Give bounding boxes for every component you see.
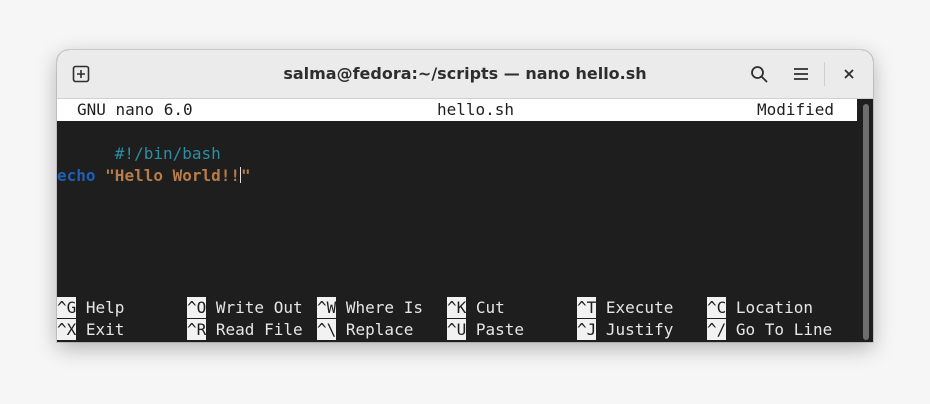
menu-icon xyxy=(794,68,808,80)
search-icon xyxy=(751,66,768,83)
shortcut-write-out[interactable]: ^O Write Out xyxy=(187,297,303,319)
echo-string: "Hello World!! xyxy=(105,166,241,185)
echo-string-end: " xyxy=(241,166,251,185)
search-button[interactable] xyxy=(743,58,775,90)
shortcut-key: ^W xyxy=(317,297,337,318)
titlebar-separator xyxy=(824,62,825,86)
shortcut-key: ^/ xyxy=(707,319,727,340)
shortcut-label: Exit xyxy=(76,320,125,339)
nano-filename: hello.sh xyxy=(437,100,515,119)
shortcut-key: ^O xyxy=(187,297,207,318)
scrollbar-thumb[interactable] xyxy=(863,104,869,340)
shortcut-replace[interactable]: ^\ Replace xyxy=(317,319,413,341)
shortcut-key: ^X xyxy=(57,319,77,340)
nano-version: GNU nano 6.0 xyxy=(77,100,193,119)
shortcut-read-file[interactable]: ^R Read File xyxy=(187,319,303,341)
shortcut-where-is[interactable]: ^W Where Is xyxy=(317,297,423,319)
shortcut-label: Write Out xyxy=(206,298,303,317)
shortcut-key: ^C xyxy=(707,297,727,318)
shortcut-go-to-line[interactable]: ^/ Go To Line xyxy=(707,319,832,341)
shebang-text: #!/bin/bash xyxy=(114,144,221,163)
shortcut-label: Replace xyxy=(336,320,414,339)
shortcut-label: Help xyxy=(76,298,125,317)
shortcut-key: ^R xyxy=(187,319,207,340)
shortcut-label: Cut xyxy=(466,298,505,317)
terminal-area[interactable]: GNU nano 6.0 hello.sh Modified #!/bin/ba… xyxy=(57,99,857,342)
editor-line[interactable]: echo "Hello World!!" xyxy=(57,165,251,187)
close-button[interactable] xyxy=(833,58,865,90)
shortcut-exit[interactable]: ^X Exit xyxy=(57,319,124,341)
title-bar: salma@fedora:~/scripts — nano hello.sh xyxy=(57,50,873,99)
shortcut-label: Go To Line xyxy=(726,320,833,339)
close-icon xyxy=(844,69,854,79)
menu-button[interactable] xyxy=(785,58,817,90)
shortcut-label: Execute xyxy=(596,298,674,317)
shortcut-cut[interactable]: ^K Cut xyxy=(447,297,505,319)
terminal-window: salma@fedora:~/scripts — nano hello.sh G… xyxy=(57,50,873,342)
shortcut-label: Paste xyxy=(466,320,525,339)
shortcut-label: Read File xyxy=(206,320,303,339)
shortcut-key: ^T xyxy=(577,297,597,318)
shortcut-label: Location xyxy=(726,298,813,317)
shortcut-justify[interactable]: ^J Justify xyxy=(577,319,673,341)
shortcut-key: ^K xyxy=(447,297,467,318)
nano-header-bar: GNU nano 6.0 hello.sh Modified xyxy=(57,99,857,121)
editor-line[interactable]: #!/bin/bash xyxy=(57,121,221,163)
shortcut-label: Justify xyxy=(596,320,674,339)
echo-keyword: echo xyxy=(57,166,96,185)
shortcut-key: ^G xyxy=(57,297,77,318)
shortcut-execute[interactable]: ^T Execute xyxy=(577,297,673,319)
nano-status: Modified xyxy=(757,100,835,119)
shortcut-paste[interactable]: ^U Paste xyxy=(447,319,524,341)
shortcut-key: ^U xyxy=(447,319,467,340)
shortcut-key: ^J xyxy=(577,319,597,340)
shortcut-location[interactable]: ^C Location xyxy=(707,297,813,319)
shortcut-key: ^\ xyxy=(317,319,337,340)
shortcut-help[interactable]: ^G Help xyxy=(57,297,124,319)
shortcut-label: Where Is xyxy=(336,298,423,317)
